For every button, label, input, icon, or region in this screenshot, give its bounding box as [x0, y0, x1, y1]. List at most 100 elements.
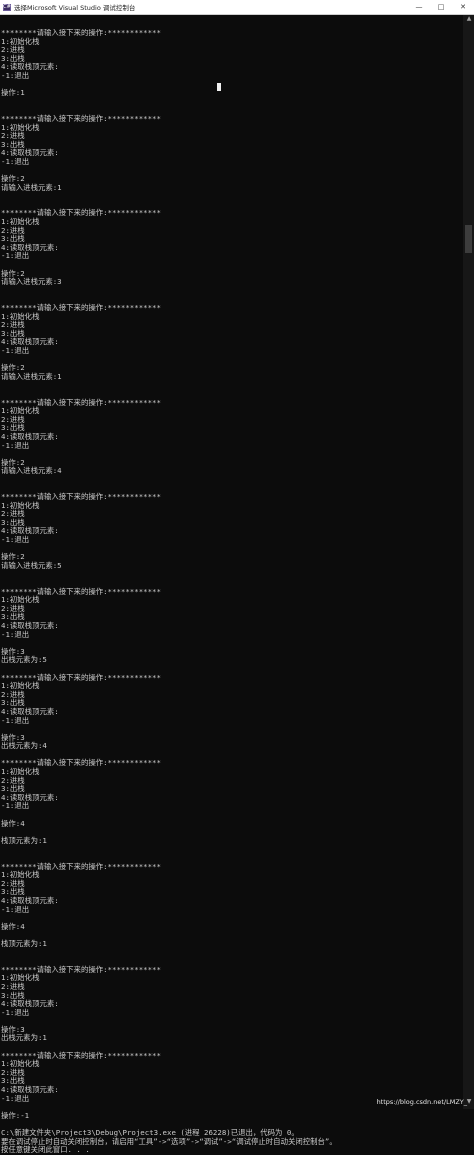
console-line: ********请输入接下来的操作:************ [1, 492, 161, 502]
console-line: ********请输入接下来的操作:************ [1, 208, 161, 218]
console-line: 2:进栈 [1, 981, 25, 991]
console-line: 4:读取栈顶元素: [1, 895, 59, 905]
console-line: C:\新建文件夹\Project3\Debug\Project3.exe (进程… [1, 1128, 299, 1137]
console-line: -1:退出 [1, 345, 30, 355]
console-line: -1:退出 [1, 629, 30, 639]
console-line: ********请输入接下来的操作:************ [1, 303, 161, 312]
console-line: 2:进栈 [1, 1067, 25, 1077]
console-line: -1:退出 [1, 535, 30, 545]
console-line: 3:出栈 [1, 139, 25, 149]
window-titlebar[interactable]: C# 选择Microsoft Visual Studio 调试控制台 — □ ✕ [0, 0, 474, 15]
console-line: 3:出栈 [1, 990, 25, 1000]
console-line: ********请输入接下来的操作:************ [1, 586, 161, 596]
console-line: ********请输入接下来的操作:************ [1, 964, 161, 974]
console-line: 2:进栈 [1, 775, 25, 785]
console-line: 2:进栈 [1, 689, 25, 699]
console-line: 请输入进栈元素:3 [1, 277, 62, 287]
console-line: 4:读取栈顶元素: [1, 792, 59, 802]
console-line: 2:进栈 [1, 603, 25, 613]
console-line: ********请输入接下来的操作:************ [1, 397, 161, 407]
console-line: 3:出栈 [1, 53, 25, 63]
console-line: 3:出栈 [1, 612, 25, 622]
window-title: 选择Microsoft Visual Studio 调试控制台 [14, 4, 136, 12]
console-line: 1:初始化栈 [1, 767, 40, 777]
console-line: 1:初始化栈 [1, 595, 40, 605]
console-line: 2:进栈 [1, 320, 25, 330]
console-line: 请输入进栈元素:4 [1, 466, 62, 476]
console-line: 4:读取栈顶元素: [1, 526, 59, 536]
console-line: ********请输入接下来的操作:************ [1, 113, 161, 123]
console-line: 1:初始化栈 [1, 973, 40, 983]
console-line: -1:退出 [1, 251, 30, 261]
console-line: 3:出栈 [1, 887, 25, 897]
scroll-up-arrow-icon[interactable]: ▲ [466, 16, 472, 22]
scrollbar-thumb[interactable] [465, 225, 472, 253]
console-line: ********请输入接下来的操作:************ [1, 672, 161, 682]
console-line: 4:读取栈顶元素: [1, 148, 59, 158]
console-line: 2:进栈 [1, 225, 25, 235]
console-line: 3:出栈 [1, 698, 25, 708]
console-line: 1:初始化栈 [1, 311, 40, 321]
console-line: 1:初始化栈 [1, 217, 40, 227]
console-line: 请输入进栈元素:5 [1, 560, 62, 570]
console-line: 4:读取栈顶元素: [1, 620, 59, 630]
console-line: 出栈元素为:5 [1, 655, 47, 665]
console-line: -1:退出 [1, 70, 30, 80]
close-button[interactable]: ✕ [452, 0, 474, 14]
console-line: 操作:2 [1, 268, 25, 278]
console-line: -1:退出 [1, 904, 30, 914]
console-line: 3:出栈 [1, 784, 25, 794]
console-line: 操作:2 [1, 174, 25, 184]
console-line: 4:读取栈顶元素: [1, 706, 59, 716]
console-line: 出栈元素为:1 [1, 1033, 47, 1043]
console-line: 1:初始化栈 [1, 870, 40, 880]
console-line: 要在调试停止时自动关闭控制台，请启用“工具”->“选项”->“调试”->“调试停… [1, 1136, 337, 1146]
console-line: 按任意键关闭此窗口. . . [1, 1145, 90, 1155]
console-line: 栈顶元素为:1 [1, 938, 47, 948]
console-line: 操作:1 [1, 88, 25, 98]
console-line: -1:退出 [1, 156, 30, 166]
console-line: 操作:3 [1, 732, 25, 742]
console-output[interactable]: ********请输入接下来的操作:************ 1:初始化栈 2:进栈… [0, 29, 464, 1155]
console-line: 4:读取栈顶元素: [1, 999, 59, 1009]
console-line: 2:进栈 [1, 878, 25, 888]
console-line: ********请输入接下来的操作:************ [1, 29, 161, 37]
console-line: ********请输入接下来的操作:************ [1, 758, 161, 768]
console-line: ********请输入接下来的操作:************ [1, 1050, 161, 1060]
vertical-scrollbar[interactable] [463, 15, 474, 1109]
console-line: 1:初始化栈 [1, 500, 40, 510]
console-line: 2:进栈 [1, 131, 25, 141]
console-line: 1:初始化栈 [1, 406, 40, 416]
console-line: 操作:4 [1, 921, 25, 931]
console-line: 2:进栈 [1, 45, 25, 55]
console-line: 栈顶元素为:1 [1, 835, 47, 845]
console-line: 操作:2 [1, 457, 25, 467]
console-line: 4:读取栈顶元素: [1, 1085, 59, 1095]
console-line: 操作:2 [1, 552, 25, 562]
console-line: 4:读取栈顶元素: [1, 242, 59, 252]
console-line: -1:退出 [1, 1007, 30, 1017]
console-line: 出栈元素为:4 [1, 741, 47, 751]
minimize-button[interactable]: — [408, 0, 430, 14]
console-line: 请输入进栈元素:1 [1, 371, 62, 381]
maximize-button[interactable]: □ [430, 0, 452, 14]
console-line: 4:读取栈顶元素: [1, 431, 59, 441]
console-line: 1:初始化栈 [1, 1059, 40, 1069]
visual-studio-app-icon: C# [3, 3, 11, 11]
console-line: 操作:3 [1, 646, 25, 656]
